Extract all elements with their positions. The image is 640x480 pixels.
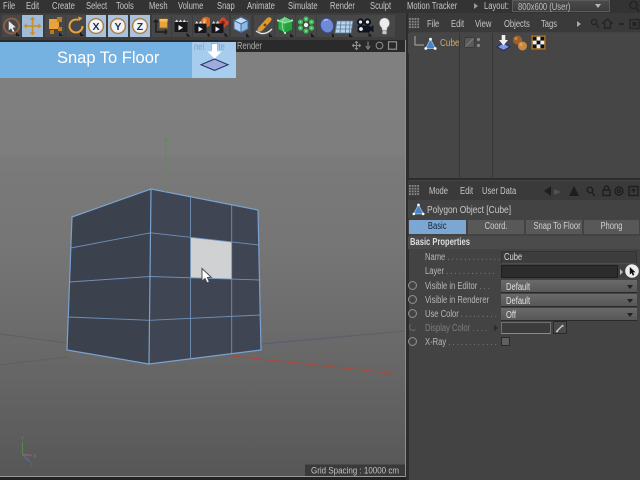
- svg-text:Z: Z: [137, 21, 144, 33]
- svg-text:Z: Z: [30, 463, 34, 469]
- svg-text:X: X: [33, 454, 37, 460]
- svg-text:Grid Spacing : 10000 cm: Grid Spacing : 10000 cm: [311, 466, 399, 476]
- svg-text:Y: Y: [21, 436, 25, 442]
- svg-text:X: X: [92, 21, 99, 33]
- svg-text:Y: Y: [114, 21, 121, 33]
